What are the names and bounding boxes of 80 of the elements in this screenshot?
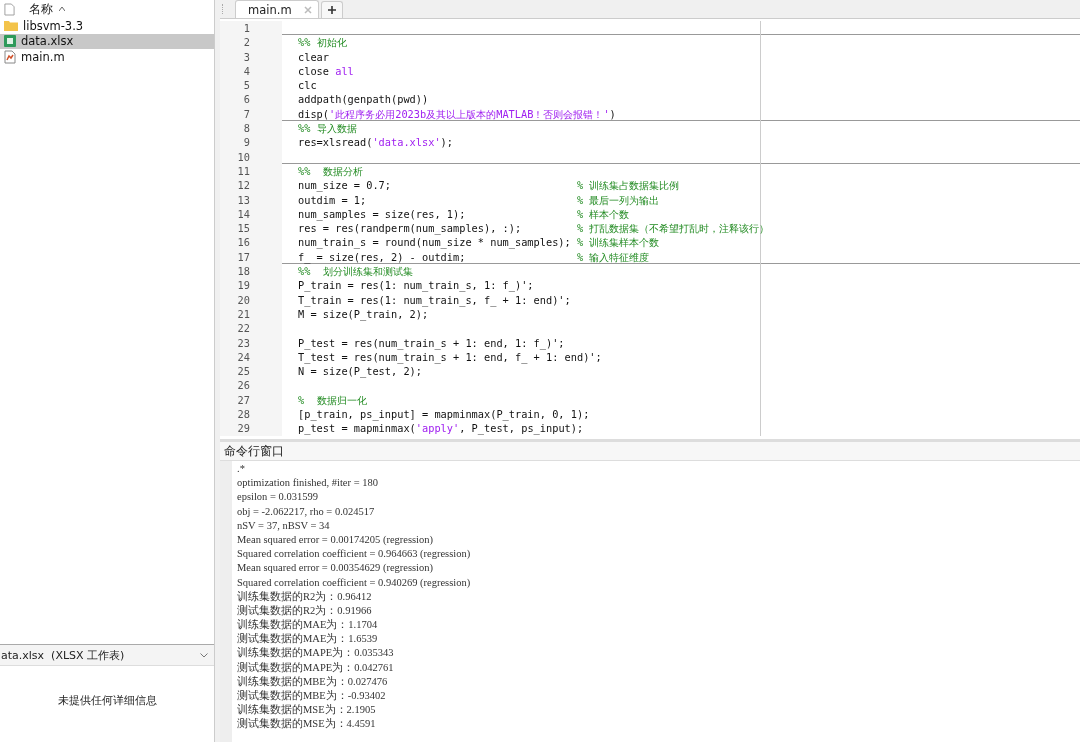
code-line: res=xlsread('data.xlsx');	[298, 135, 454, 150]
code-line: res = res(randperm(num_samples), :);	[298, 221, 523, 236]
output-line: optimization finished, #iter = 180	[237, 476, 379, 491]
script-file-icon	[4, 49, 16, 64]
code-line: f_ = size(res, 2) - outdim;	[298, 249, 467, 265]
code-line: M = size(P_train, 2);	[298, 307, 430, 322]
code-line: %% 数据分析	[298, 163, 364, 179]
line-number: 15	[220, 221, 282, 236]
code-line: close all	[298, 63, 355, 79]
line-number: 9	[220, 135, 282, 150]
code-line: outdim = 1;	[298, 192, 368, 207]
output-line: 测试集数据的R2为：0.91966	[237, 603, 373, 618]
code-line: P_train = res(1: num_train_s, 1: f_)';	[298, 278, 535, 293]
output-line: 训练集数据的MSE为：2.1905	[237, 703, 377, 718]
code-line: num_size = 0.7;	[298, 178, 392, 193]
line-number: 18	[220, 264, 282, 279]
line-number: 8	[220, 121, 282, 136]
line-number: 28	[220, 407, 282, 422]
new-tab-button[interactable]	[320, 1, 343, 18]
code-line: addpath(genpath(pwd))	[298, 92, 430, 107]
output-line: 测试集数据的MSE为：4.4591	[237, 717, 377, 732]
code-line: p_test = mapminmax('apply', P_test, ps_input);	[298, 421, 584, 436]
code-line: clear	[298, 49, 330, 64]
code-line: disp('此程序务必用2023b及其以上版本的MATLAB！否则会报错！')	[298, 106, 616, 122]
line-number: 29	[220, 421, 282, 436]
output-line: 测试集数据的MBE为：-0.93402	[237, 689, 387, 703]
code-comment: % 训练集样本个数	[576, 235, 660, 250]
code-comment: % 训练集占数据集比例	[576, 178, 680, 193]
panel-title: 命令行窗口	[224, 443, 284, 459]
code-line: %% 初始化	[298, 35, 348, 50]
plus-icon	[326, 5, 337, 15]
code-comment: % 样本个数	[576, 206, 630, 222]
line-number: 25	[220, 364, 282, 379]
line-number: 22	[220, 321, 282, 336]
code-line: num_train_s = round(num_size * num_samples);	[298, 235, 572, 250]
code-line: N = size(P_test, 2);	[298, 364, 423, 379]
output-line: obj = -2.062217, rho = 0.024517	[237, 504, 376, 519]
output-line: 测试集数据的MAPE为：0.042761	[237, 660, 395, 675]
line-number: 6	[220, 92, 282, 107]
line-number: 1	[220, 21, 282, 36]
file-item[interactable]: main.m	[0, 49, 214, 65]
code-comment: % 输入特征维度	[576, 249, 650, 265]
output-line: 训练集数据的MAE为：1.1704	[237, 618, 379, 633]
line-number: 2	[220, 35, 282, 50]
line-number: 16	[220, 235, 282, 250]
column-header[interactable]: 名称	[29, 1, 53, 17]
code-line: %% 划分训练集和测试集	[298, 264, 414, 279]
line-number: 12	[220, 178, 282, 193]
output-line: nSV = 37, nBSV = 34	[237, 518, 331, 533]
details-header[interactable]: ata.xlsx (XLSX 工作表)	[0, 645, 214, 666]
line-number: 26	[220, 378, 282, 393]
output-line: 训练集数据的MBE为：0.027476	[237, 674, 389, 689]
code-line: T_test = res(num_train_s + 1: end, f_ + 1: end)';	[298, 350, 602, 365]
editor-tab[interactable]: main.m	[235, 0, 319, 18]
output-line: Mean squared error = 0.00354629 (regression)	[237, 561, 435, 576]
code-line: P_test = res(num_train_s + 1: end, 1: f_)';	[298, 335, 566, 350]
chevron-icon	[200, 652, 208, 658]
output-line: 测试集数据的MAE为：1.6539	[237, 632, 379, 647]
code-comment: % 最后一列为输出	[576, 192, 660, 207]
spreadsheet-icon	[4, 35, 16, 48]
code-line: num_samples = size(res, 1);	[298, 206, 467, 222]
output-line: .*	[237, 462, 246, 476]
file-item[interactable]: data.xlsx	[0, 33, 214, 49]
sort-icon	[59, 7, 65, 11]
output-line: Squared correlation coefficient = 0.940269 (regression)	[237, 575, 471, 590]
line-number: 19	[220, 278, 282, 293]
output-line: epsilon = 0.031599	[237, 490, 319, 505]
file-item[interactable]: libsvm-3.3	[0, 18, 214, 34]
code-line: % 数据归一化	[298, 392, 368, 407]
code-line: clc	[298, 78, 318, 93]
code-line: [p_train, ps_input] = mapminmax(P_train, 0, 1);	[298, 407, 590, 422]
output-line: Mean squared error = 0.00174205 (regression)	[237, 532, 435, 547]
code-line: T_train = res(1: num_train_s, f_ + 1: end)';	[298, 292, 572, 307]
line-number: 5	[220, 78, 282, 93]
code-line: %% 导入数据	[298, 121, 358, 136]
output-line: 训练集数据的MAPE为：0.035343	[237, 646, 395, 661]
output-line: 训练集数据的R2为：0.96412	[237, 589, 373, 604]
code-comment: % 打乱数据集（不希望打乱时，注释该行）	[576, 221, 770, 236]
details-message: 未提供任何详细信息	[57, 692, 157, 708]
output-line: Squared correlation coefficient = 0.964663 (regression)	[237, 547, 471, 562]
